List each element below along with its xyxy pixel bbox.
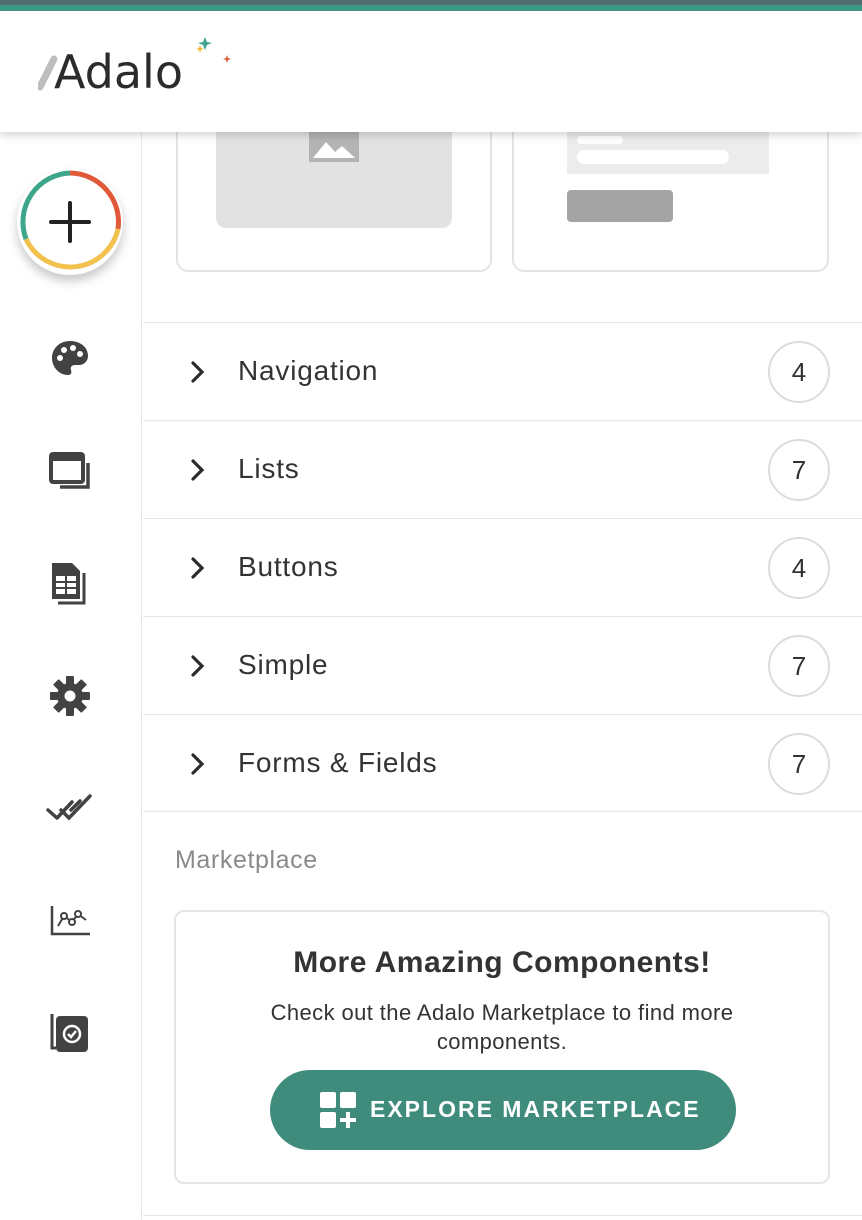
analytics-chart-icon[interactable] [46,896,94,944]
add-component-button[interactable] [17,169,123,275]
category-buttons[interactable]: Buttons 4 [143,518,862,616]
category-label: Forms & Fields [238,747,438,778]
marketplace-heading: More Amazing Components! [293,946,711,979]
components-panel: Navigation 4 Lists 7 Buttons 4 Simple 7 … [143,132,862,1220]
image-icon [309,132,359,162]
category-forms-fields[interactable]: Forms & Fields 7 [143,714,862,812]
category-label: Simple [238,649,329,680]
marketplace-section-title: Marketplace [175,846,318,874]
chevron-right-icon [191,459,205,481]
chevron-right-icon [191,361,205,383]
category-count-badge: 7 [768,439,830,501]
marketplace-card: More Amazing Components! Check out the A… [174,910,830,1184]
button-placeholder [567,190,673,222]
chevron-right-icon [191,655,205,677]
category-simple[interactable]: Simple 7 [143,616,862,714]
component-category-list: Navigation 4 Lists 7 Buttons 4 Simple 7 … [143,322,862,812]
divider [143,1215,862,1216]
category-count-badge: 7 [768,635,830,697]
chevron-right-icon [191,753,205,775]
explore-marketplace-label: EXPLORE MARKETPLACE [370,1096,701,1122]
category-lists[interactable]: Lists 7 [143,420,862,518]
category-label: Lists [238,453,300,484]
category-count-badge: 4 [768,341,830,403]
adalo-logo[interactable]: Adalo [36,35,238,105]
double-check-icon[interactable] [46,784,94,832]
plus-icon [20,170,121,271]
database-table-icon[interactable] [46,559,94,607]
category-navigation[interactable]: Navigation 4 [143,322,862,420]
chevron-right-icon [191,557,205,579]
marketplace-description: Check out the Adalo Marketplace to find … [270,1000,734,1054]
category-count-badge: 7 [768,733,830,795]
input-placeholder [567,132,769,174]
badge-check-icon[interactable] [46,1008,94,1056]
screens-icon[interactable] [46,447,94,495]
explore-marketplace-button[interactable]: EXPLORE MARKETPLACE [270,1070,736,1150]
app-header: Adalo [0,11,862,132]
palette-icon[interactable] [46,335,94,383]
category-label: Buttons [238,551,339,582]
add-grid-icon [320,1092,356,1128]
left-sidebar [0,132,142,1220]
image-component-card[interactable] [176,132,492,272]
form-component-card[interactable] [512,132,829,272]
category-count-badge: 4 [768,537,830,599]
gear-icon[interactable] [46,672,94,720]
category-label: Navigation [238,355,379,386]
logo-text: Adalo [54,45,183,99]
